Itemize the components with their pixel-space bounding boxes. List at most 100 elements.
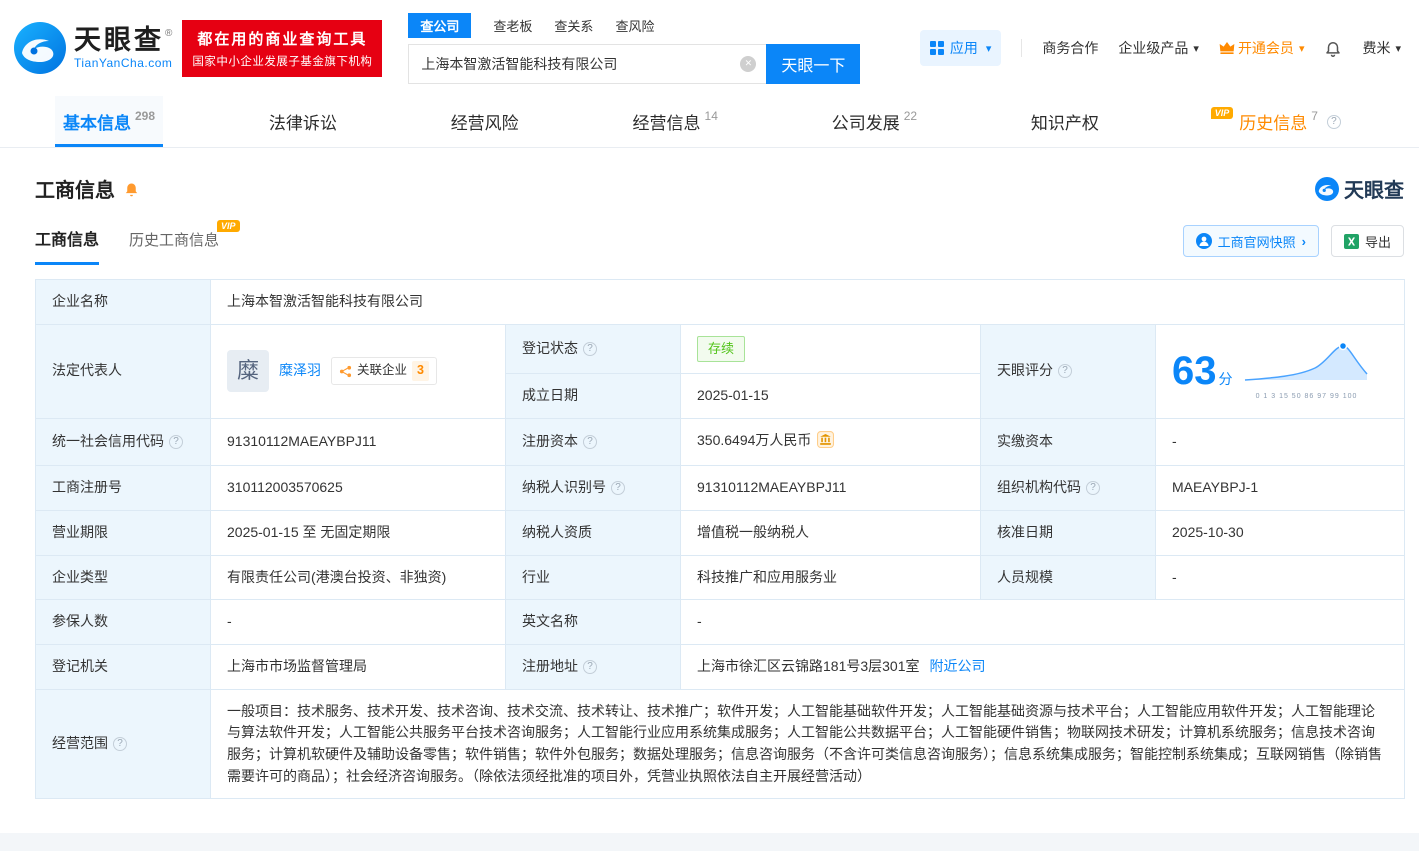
taxpayer-id-label: 纳税人识别号 [505, 465, 681, 511]
company-type-label: 企业类型 [35, 554, 211, 601]
subscribe-bell-icon[interactable] [123, 180, 140, 197]
english-name-value: - [679, 599, 1406, 645]
official-snapshot-button[interactable]: 工商官网快照 [1182, 225, 1319, 257]
subtab-history-business-info[interactable]: 历史工商信息 VIP [129, 220, 242, 265]
slogan-line1: 都在用的商业查询工具 [197, 30, 368, 48]
address-value: 上海市徐汇区云锦路181号3层301室 附近公司 [679, 643, 1406, 690]
tab-intellectual-property[interactable]: 知识产权 [1023, 96, 1107, 147]
related-companies-count: 3 [412, 361, 429, 381]
nav-enterprise-products[interactable]: 企业级产品 [1118, 38, 1199, 58]
score-cell[interactable]: 63 分 0 1 3 15 50 86 97 99 100 [1154, 323, 1406, 419]
table-row: 统一社会信用代码 91310112MAEAYBPJ11 注册资本 350.649… [35, 417, 1406, 467]
clear-search-icon[interactable] [740, 55, 757, 72]
help-icon[interactable] [113, 737, 127, 752]
crown-icon [1219, 42, 1235, 54]
approval-date-value: 2025-10-30 [1154, 509, 1406, 556]
vip-badge: VIP [1210, 106, 1234, 119]
tab-operation-info[interactable]: 经营信息 14 [625, 96, 726, 147]
export-label: 导出 [1364, 234, 1391, 250]
org-code-value: MAEAYBPJ-1 [1154, 465, 1406, 511]
nav-business-cooperation[interactable]: 商务合作 [1042, 38, 1098, 58]
watermark-text: 天眼查 [1344, 180, 1404, 202]
search-button[interactable]: 天眼一下 [766, 43, 861, 84]
table-row: 企业类型 有限责任公司(港澳台投资、非独资) 行业 科技推广和应用服务业 人员规… [35, 554, 1406, 601]
search-tab-risk[interactable]: 查风险 [615, 16, 654, 35]
nearby-companies-link[interactable]: 附近公司 [930, 658, 986, 674]
industry-value: 科技推广和应用服务业 [680, 554, 981, 601]
tab-operation-risk[interactable]: 经营风险 [443, 96, 527, 147]
page-bottom-strip [0, 833, 1419, 851]
help-icon[interactable] [583, 341, 597, 356]
table-row: 企业名称 上海本智激活智能科技有限公司 [35, 279, 1406, 325]
reg-authority-value: 上海市市场监督管理局 [210, 643, 506, 690]
address-label: 注册地址 [505, 643, 681, 690]
related-companies-icon [339, 365, 352, 377]
tab-operation-info-label: 经营信息 [632, 114, 701, 133]
apps-menu-label: 应用 [949, 40, 978, 56]
tianyancha-logo[interactable]: 天眼查 ® TianYanCha.com [14, 22, 172, 74]
score-chart-axis: 0 1 3 15 50 86 97 99 100 [1255, 392, 1358, 400]
legal-rep-link[interactable]: 糜泽羽 [279, 360, 321, 382]
help-icon[interactable] [583, 659, 597, 674]
help-icon[interactable] [611, 481, 625, 496]
vip-badge: VIP [217, 220, 240, 232]
subtab-business-info[interactable]: 工商信息 [35, 226, 100, 265]
tab-legal-litigation-label: 法律诉讼 [268, 114, 337, 133]
notification-bell-icon[interactable] [1324, 39, 1342, 57]
company-name-value: 上海本智激活智能科技有限公司 [209, 279, 1406, 325]
nav-user-label: 费米 [1362, 40, 1391, 56]
brand-domain: TianYanCha.com [74, 56, 173, 71]
help-icon[interactable] [1326, 114, 1341, 129]
legal-rep-avatar[interactable]: 糜 [227, 350, 269, 393]
reg-status-value: 存续 [680, 323, 981, 374]
table-row: 参保人数 - 英文名称 - [35, 599, 1406, 645]
nav-enterprise-products-label: 企业级产品 [1118, 40, 1189, 56]
related-companies-badge[interactable]: 关联企业 3 [331, 357, 437, 385]
tab-basic-info[interactable]: 基本信息 298 [55, 96, 164, 147]
grid-icon [929, 41, 944, 55]
taxpayer-id-value: 91310112MAEAYBPJ11 [680, 465, 981, 511]
company-name-label: 企业名称 [35, 279, 211, 325]
nav-user[interactable]: 费米 [1362, 38, 1401, 58]
registered-mark: ® [165, 27, 173, 39]
export-button[interactable]: 导出 [1330, 225, 1404, 257]
insured-count-label: 参保人数 [35, 599, 211, 645]
taxpayer-quality-value: 增值税一般纳税人 [680, 509, 981, 556]
tab-basic-info-count: 298 [135, 108, 156, 123]
search-tab-relation[interactable]: 查关系 [554, 16, 593, 35]
establish-date-label: 成立日期 [505, 372, 681, 419]
reg-number-value: 310112003570625 [210, 465, 506, 511]
tab-legal-litigation[interactable]: 法律诉讼 [261, 96, 345, 147]
search-tab-boss[interactable]: 查老板 [493, 16, 532, 35]
reg-status-label: 登记状态 [505, 323, 681, 374]
related-companies-label: 关联企业 [357, 363, 408, 378]
nav-open-vip-label: 开通会员 [1237, 40, 1294, 56]
official-snapshot-label: 工商官网快照 [1217, 234, 1296, 250]
tab-history-info[interactable]: VIP 历史信息 7 [1205, 96, 1349, 147]
slogan-line2: 国家中小企业发展子基金旗下机构 [192, 55, 373, 68]
score-chart: 0 1 3 15 50 86 97 99 100 [1243, 340, 1371, 403]
business-info-table: 企业名称 上海本智激活智能科技有限公司 法定代表人 糜 糜泽羽 关联企业 3 登… [35, 279, 1406, 800]
table-row: 营业期限 2025-01-15 至 无固定期限 纳税人资质 增值税一般纳税人 核… [35, 509, 1406, 556]
divider [1021, 39, 1023, 57]
search-input[interactable] [408, 43, 767, 84]
capital-bank-icon[interactable] [817, 430, 835, 455]
staff-size-value: - [1154, 554, 1406, 601]
apps-menu[interactable]: 应用 [919, 30, 1002, 66]
search-block: 查公司 查老板 查关系 查风险 天眼一下 [408, 12, 861, 84]
reg-capital-label: 注册资本 [505, 417, 681, 467]
reg-authority-label: 登记机关 [35, 643, 211, 690]
help-icon[interactable] [1058, 364, 1072, 379]
search-tab-company[interactable]: 查公司 [408, 12, 472, 38]
reg-capital-value: 350.6494万人民币 [680, 417, 981, 467]
tab-company-development[interactable]: 公司发展 22 [824, 96, 925, 147]
header: 天眼查 ® TianYanCha.com 都在用的商业查询工具 国家中小企业发展… [0, 0, 1419, 96]
help-icon[interactable] [1086, 481, 1100, 496]
tab-basic-info-label: 基本信息 [63, 114, 131, 133]
help-icon[interactable] [169, 434, 183, 449]
nav-open-vip[interactable]: 开通会员 [1219, 38, 1305, 58]
logo-text: 天眼查 ® TianYanCha.com [74, 25, 173, 71]
approval-date-label: 核准日期 [980, 509, 1156, 556]
table-row: 登记机关 上海市市场监督管理局 注册地址 上海市徐汇区云锦路181号3层301室… [35, 643, 1406, 690]
help-icon[interactable] [583, 434, 597, 449]
